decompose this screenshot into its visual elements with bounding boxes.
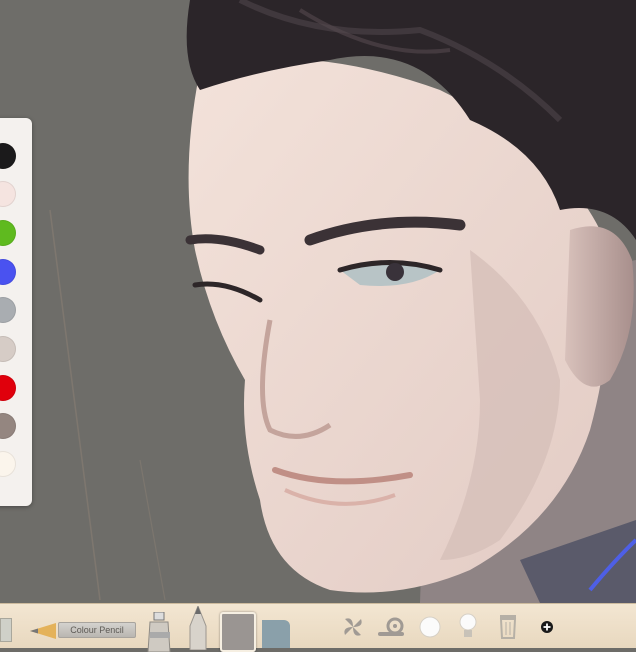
- plus-icon[interactable]: [540, 620, 554, 634]
- swatch-cream[interactable]: [0, 451, 16, 477]
- bottom-toolbar: Colour Pencil: [0, 603, 636, 652]
- bulb-icon[interactable]: [458, 613, 478, 639]
- eraser-block[interactable]: [220, 612, 256, 652]
- paper-swatch[interactable]: [262, 620, 290, 648]
- circle-icon[interactable]: [418, 615, 442, 639]
- swatch-taupe[interactable]: [0, 413, 16, 439]
- pencil-tip-icon: [30, 623, 56, 639]
- tube-icon[interactable]: [146, 612, 172, 652]
- fan-icon[interactable]: [342, 616, 364, 638]
- swatch-skin[interactable]: [0, 181, 16, 207]
- swatch-green[interactable]: [0, 220, 16, 246]
- swatch-black[interactable]: [0, 143, 16, 169]
- colour-pencil-label: Colour Pencil: [58, 622, 136, 638]
- painting-canvas[interactable]: [0, 0, 636, 603]
- swatch-blue[interactable]: [0, 259, 16, 285]
- swatch-beige[interactable]: [0, 336, 16, 362]
- color-palette: [0, 118, 32, 506]
- snail-icon[interactable]: [378, 617, 406, 637]
- trash-icon[interactable]: [498, 613, 518, 639]
- pen-tip-icon[interactable]: [186, 606, 210, 650]
- marker-tool[interactable]: [0, 618, 12, 642]
- swatch-grey[interactable]: [0, 297, 16, 323]
- swatch-red[interactable]: [0, 375, 16, 401]
